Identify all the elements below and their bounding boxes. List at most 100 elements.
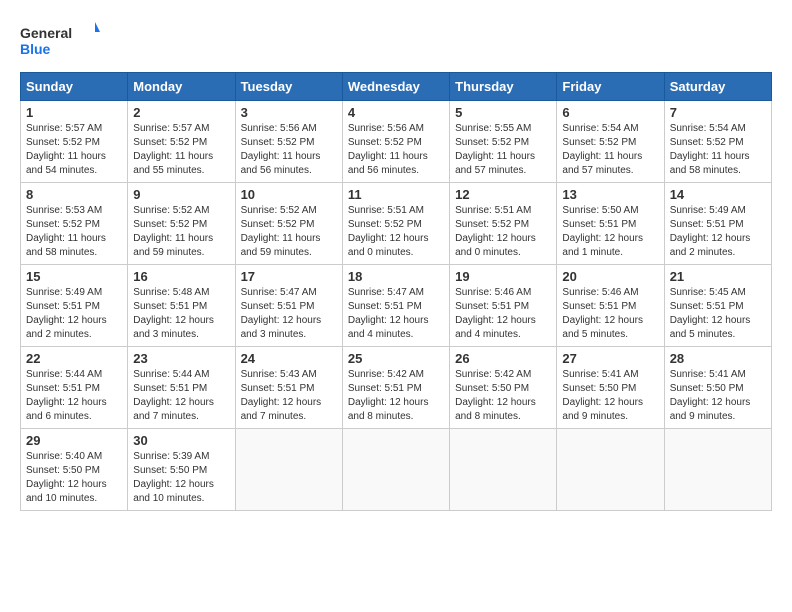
calendar-day-cell: 2 Sunrise: 5:57 AMSunset: 5:52 PMDaylight… (128, 101, 235, 183)
day-number: 7 (670, 105, 766, 120)
weekday-header: Tuesday (235, 73, 342, 101)
day-number: 12 (455, 187, 551, 202)
calendar-table: SundayMondayTuesdayWednesdayThursdayFrid… (20, 72, 772, 511)
calendar-day-cell: 22 Sunrise: 5:44 AMSunset: 5:51 PMDayligh… (21, 347, 128, 429)
calendar-week-row: 22 Sunrise: 5:44 AMSunset: 5:51 PMDayligh… (21, 347, 772, 429)
calendar-day-cell: 7 Sunrise: 5:54 AMSunset: 5:52 PMDaylight… (664, 101, 771, 183)
calendar-day-cell: 9 Sunrise: 5:52 AMSunset: 5:52 PMDaylight… (128, 183, 235, 265)
day-info: Sunrise: 5:50 AMSunset: 5:51 PMDaylight:… (562, 204, 658, 260)
day-number: 30 (133, 433, 229, 448)
day-number: 4 (348, 105, 444, 120)
calendar-day-cell: 14 Sunrise: 5:49 AMSunset: 5:51 PMDayligh… (664, 183, 771, 265)
day-info: Sunrise: 5:52 AMSunset: 5:52 PMDaylight:… (133, 204, 229, 260)
calendar-day-cell (664, 429, 771, 511)
day-number: 21 (670, 269, 766, 284)
day-number: 6 (562, 105, 658, 120)
day-number: 19 (455, 269, 551, 284)
day-info: Sunrise: 5:47 AMSunset: 5:51 PMDaylight:… (348, 286, 444, 342)
weekday-header: Saturday (664, 73, 771, 101)
calendar-day-cell: 26 Sunrise: 5:42 AMSunset: 5:50 PMDayligh… (450, 347, 557, 429)
day-info: Sunrise: 5:57 AMSunset: 5:52 PMDaylight:… (26, 122, 122, 178)
calendar-day-cell: 6 Sunrise: 5:54 AMSunset: 5:52 PMDaylight… (557, 101, 664, 183)
day-number: 2 (133, 105, 229, 120)
day-info: Sunrise: 5:46 AMSunset: 5:51 PMDaylight:… (562, 286, 658, 342)
calendar-day-cell: 25 Sunrise: 5:42 AMSunset: 5:51 PMDayligh… (342, 347, 449, 429)
day-number: 8 (26, 187, 122, 202)
logo: General Blue (20, 20, 100, 62)
day-info: Sunrise: 5:47 AMSunset: 5:51 PMDaylight:… (241, 286, 337, 342)
day-info: Sunrise: 5:57 AMSunset: 5:52 PMDaylight:… (133, 122, 229, 178)
day-number: 27 (562, 351, 658, 366)
day-number: 3 (241, 105, 337, 120)
day-number: 28 (670, 351, 766, 366)
day-number: 18 (348, 269, 444, 284)
calendar-day-cell: 21 Sunrise: 5:45 AMSunset: 5:51 PMDayligh… (664, 265, 771, 347)
calendar-day-cell: 20 Sunrise: 5:46 AMSunset: 5:51 PMDayligh… (557, 265, 664, 347)
day-number: 10 (241, 187, 337, 202)
calendar-day-cell (557, 429, 664, 511)
day-info: Sunrise: 5:40 AMSunset: 5:50 PMDaylight:… (26, 450, 122, 506)
day-number: 22 (26, 351, 122, 366)
calendar-day-cell: 15 Sunrise: 5:49 AMSunset: 5:51 PMDayligh… (21, 265, 128, 347)
day-number: 16 (133, 269, 229, 284)
day-number: 9 (133, 187, 229, 202)
day-number: 26 (455, 351, 551, 366)
day-info: Sunrise: 5:45 AMSunset: 5:51 PMDaylight:… (670, 286, 766, 342)
day-number: 25 (348, 351, 444, 366)
day-info: Sunrise: 5:41 AMSunset: 5:50 PMDaylight:… (562, 368, 658, 424)
day-number: 1 (26, 105, 122, 120)
day-number: 14 (670, 187, 766, 202)
calendar-day-cell: 30Sunrise: 5:39 AMSunset: 5:50 PMDayligh… (128, 429, 235, 511)
day-number: 13 (562, 187, 658, 202)
weekday-header: Monday (128, 73, 235, 101)
calendar-day-cell: 27 Sunrise: 5:41 AMSunset: 5:50 PMDayligh… (557, 347, 664, 429)
calendar-day-cell: 12 Sunrise: 5:51 AMSunset: 5:52 PMDayligh… (450, 183, 557, 265)
day-info: Sunrise: 5:52 AMSunset: 5:52 PMDaylight:… (241, 204, 337, 260)
day-info: Sunrise: 5:56 AMSunset: 5:52 PMDaylight:… (348, 122, 444, 178)
day-info: Sunrise: 5:44 AMSunset: 5:51 PMDaylight:… (133, 368, 229, 424)
weekday-header: Friday (557, 73, 664, 101)
day-info: Sunrise: 5:48 AMSunset: 5:51 PMDaylight:… (133, 286, 229, 342)
svg-text:General: General (20, 25, 72, 41)
svg-text:Blue: Blue (20, 41, 51, 57)
day-info: Sunrise: 5:56 AMSunset: 5:52 PMDaylight:… (241, 122, 337, 178)
day-info: Sunrise: 5:54 AMSunset: 5:52 PMDaylight:… (562, 122, 658, 178)
day-number: 23 (133, 351, 229, 366)
page-header: General Blue (20, 20, 772, 62)
calendar-day-cell: 3 Sunrise: 5:56 AMSunset: 5:52 PMDaylight… (235, 101, 342, 183)
day-info: Sunrise: 5:49 AMSunset: 5:51 PMDaylight:… (26, 286, 122, 342)
calendar-day-cell: 1 Sunrise: 5:57 AMSunset: 5:52 PMDaylight… (21, 101, 128, 183)
day-info: Sunrise: 5:54 AMSunset: 5:52 PMDaylight:… (670, 122, 766, 178)
weekday-header-row: SundayMondayTuesdayWednesdayThursdayFrid… (21, 73, 772, 101)
calendar-day-cell (342, 429, 449, 511)
weekday-header: Thursday (450, 73, 557, 101)
day-info: Sunrise: 5:55 AMSunset: 5:52 PMDaylight:… (455, 122, 551, 178)
day-info: Sunrise: 5:42 AMSunset: 5:51 PMDaylight:… (348, 368, 444, 424)
day-info: Sunrise: 5:46 AMSunset: 5:51 PMDaylight:… (455, 286, 551, 342)
day-info: Sunrise: 5:51 AMSunset: 5:52 PMDaylight:… (455, 204, 551, 260)
day-info: Sunrise: 5:43 AMSunset: 5:51 PMDaylight:… (241, 368, 337, 424)
day-number: 17 (241, 269, 337, 284)
calendar-day-cell: 13 Sunrise: 5:50 AMSunset: 5:51 PMDayligh… (557, 183, 664, 265)
calendar-day-cell (235, 429, 342, 511)
calendar-day-cell: 29 Sunrise: 5:40 AMSunset: 5:50 PMDayligh… (21, 429, 128, 511)
calendar-day-cell: 17 Sunrise: 5:47 AMSunset: 5:51 PMDayligh… (235, 265, 342, 347)
day-info: Sunrise: 5:44 AMSunset: 5:51 PMDaylight:… (26, 368, 122, 424)
calendar-day-cell: 24 Sunrise: 5:43 AMSunset: 5:51 PMDayligh… (235, 347, 342, 429)
calendar-day-cell: 16 Sunrise: 5:48 AMSunset: 5:51 PMDayligh… (128, 265, 235, 347)
day-number: 11 (348, 187, 444, 202)
day-info: Sunrise: 5:42 AMSunset: 5:50 PMDaylight:… (455, 368, 551, 424)
day-number: 20 (562, 269, 658, 284)
day-number: 24 (241, 351, 337, 366)
day-info: Sunrise: 5:49 AMSunset: 5:51 PMDaylight:… (670, 204, 766, 260)
weekday-header: Sunday (21, 73, 128, 101)
day-number: 15 (26, 269, 122, 284)
calendar-day-cell: 23 Sunrise: 5:44 AMSunset: 5:51 PMDayligh… (128, 347, 235, 429)
day-number: 29 (26, 433, 122, 448)
calendar-week-row: 8Sunrise: 5:53 AMSunset: 5:52 PMDaylight… (21, 183, 772, 265)
calendar-day-cell: 28Sunrise: 5:41 AMSunset: 5:50 PMDayligh… (664, 347, 771, 429)
day-number: 5 (455, 105, 551, 120)
calendar-day-cell: 19 Sunrise: 5:46 AMSunset: 5:51 PMDayligh… (450, 265, 557, 347)
calendar-day-cell: 11Sunrise: 5:51 AMSunset: 5:52 PMDayligh… (342, 183, 449, 265)
calendar-header: SundayMondayTuesdayWednesdayThursdayFrid… (21, 73, 772, 101)
